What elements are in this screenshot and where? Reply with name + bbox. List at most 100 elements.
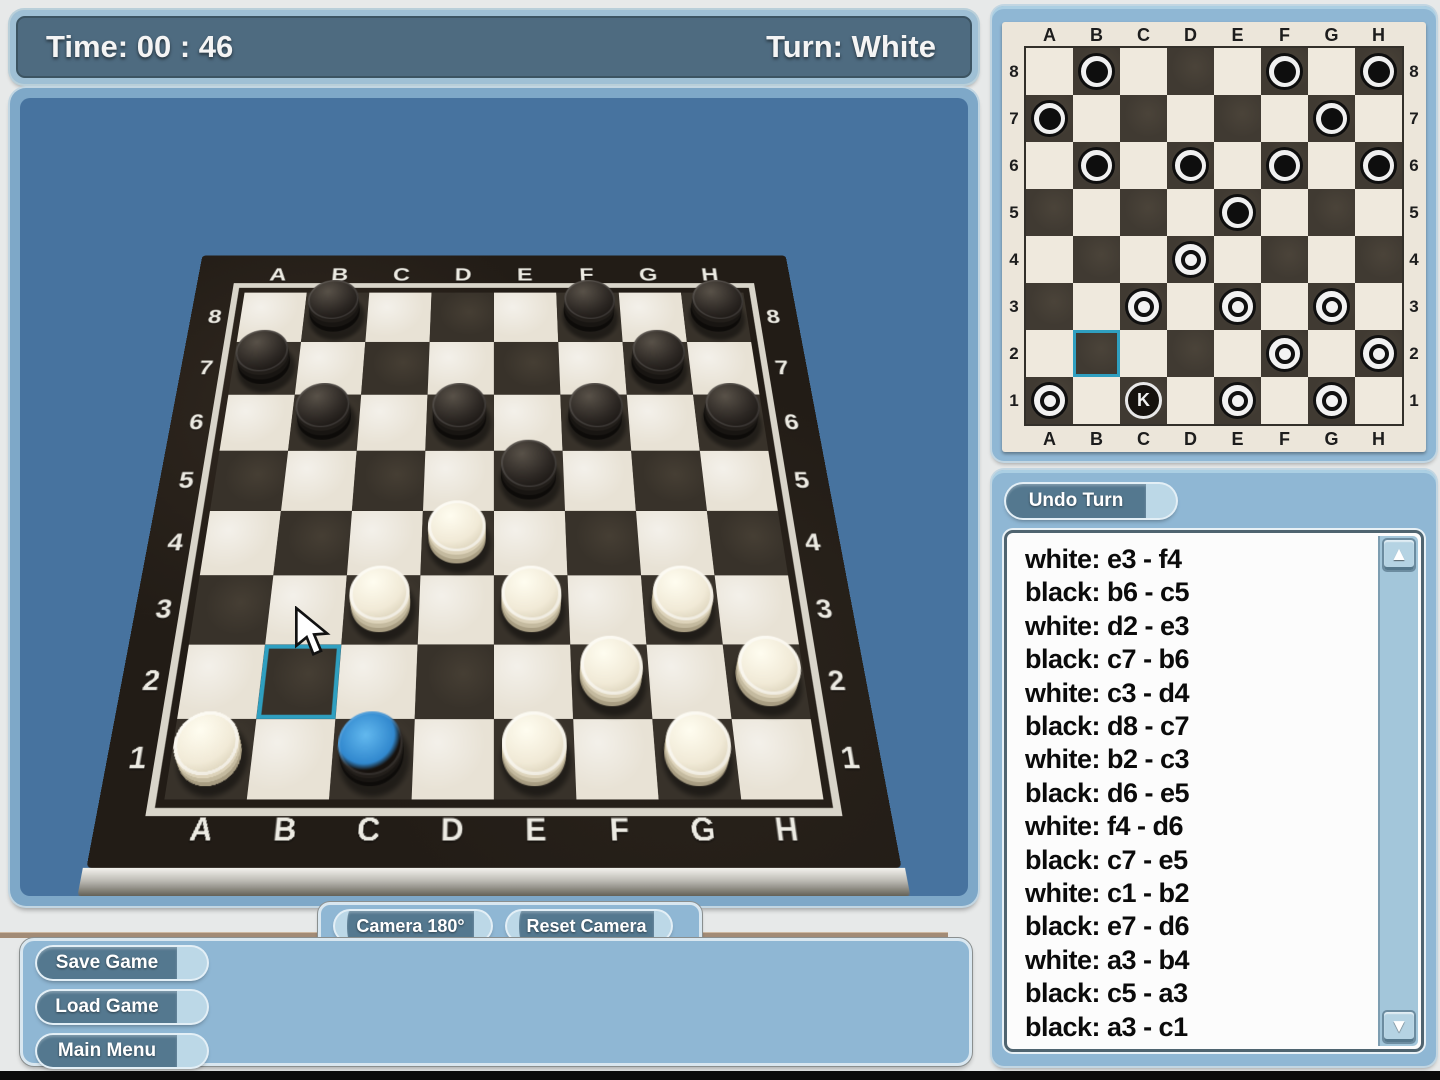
piece-white-d4[interactable] [428,517,486,568]
board-square-f1[interactable] [573,719,659,800]
board-front-edge [77,868,911,896]
minimap-square-g8 [1308,48,1355,95]
piece-white-c3[interactable] [350,582,412,637]
piece-black-c1-king[interactable] [338,727,405,790]
minimap-square-h5 [1355,189,1402,236]
load-game-button[interactable]: Load Game [37,991,207,1023]
board-rank-label: 4 [786,511,840,575]
piece-white-g1[interactable] [661,727,731,790]
piece-black-d6[interactable] [432,400,486,444]
board-square-e8[interactable] [494,293,558,342]
board-square-g5[interactable] [631,451,707,511]
board-square-f5[interactable] [563,451,636,511]
move-list-scrollbar[interactable]: ▲ ▼ [1378,536,1418,1046]
board-square-b5[interactable] [281,451,357,511]
board-square-a5[interactable] [210,451,288,511]
minimap-piece-black-e5 [1219,194,1256,231]
piece-black-b8[interactable] [308,297,362,336]
piece-black-f6[interactable] [567,400,623,444]
piece-black-h6[interactable] [700,400,759,444]
save-game-button[interactable]: Save Game [37,947,207,979]
board-square-a6[interactable] [220,395,295,451]
move-entry: white: c3 - d4 [1025,677,1369,710]
minimap-square-e2 [1214,330,1261,377]
board-square-f4[interactable] [565,511,641,575]
minimap-piece-white-d4 [1172,241,1209,278]
board-square-g2[interactable] [647,645,732,720]
undo-turn-button[interactable]: Undo Turn [1006,484,1176,518]
board-file-label: E [494,265,556,285]
board-square-c6[interactable] [357,395,428,451]
scroll-down-button[interactable]: ▼ [1382,1010,1416,1044]
minimap-square-b3 [1073,283,1120,330]
board-square-h5[interactable] [700,451,778,511]
minimap-square-h7 [1355,95,1402,142]
board-square-h1[interactable] [732,719,824,800]
board-square-c7[interactable] [361,342,429,395]
reset-camera-button[interactable]: Reset Camera [507,911,671,941]
piece-black-h8[interactable] [688,297,743,336]
minimap-piece-white-e3 [1219,288,1256,325]
main-menu-button[interactable]: Main Menu [37,1035,207,1067]
move-entry: black: c7 - e5 [1025,844,1369,877]
piece-white-g3[interactable] [649,582,713,637]
minimap-file-labels-top: ABCDEFGH [1026,22,1402,48]
board-square-d2[interactable] [415,645,494,720]
minimap-square-d8 [1167,48,1214,95]
piece-white-h2[interactable] [731,652,800,711]
piece-white-f2[interactable] [578,652,643,711]
move-entry: white: a3 - b4 [1025,944,1369,977]
move-entry: black: b6 - c5 [1025,576,1369,609]
board-square-b4[interactable] [273,511,352,575]
board-square-d1[interactable] [412,719,494,800]
minimap-square-e4 [1214,236,1261,283]
board-square-b3[interactable] [265,575,347,644]
camera-180-button[interactable]: Camera 180° [335,911,491,941]
minimap-piece-black-h8 [1360,53,1397,90]
move-entry: black: a3 - c1 [1025,1011,1369,1044]
board-square-a4[interactable] [200,511,281,575]
minimap-grid: K [1026,48,1402,424]
piece-black-b6[interactable] [296,400,354,444]
piece-black-f8[interactable] [563,297,615,336]
board-square-g6[interactable] [627,395,700,451]
board-square-e2[interactable] [494,645,573,720]
board-square-a2[interactable] [177,645,265,720]
piece-black-e5[interactable] [501,457,557,504]
board-square-c5[interactable] [352,451,425,511]
board-file-label: G [617,265,681,285]
status-bar: Time: 00 : 46 Turn: White [10,10,978,84]
piece-black-a7[interactable] [236,347,293,389]
board-square-a3[interactable] [189,575,273,644]
minimap-square-e7 [1214,95,1261,142]
minimap-piece-black-f8 [1266,53,1303,90]
piece-white-e3[interactable] [501,582,561,637]
move-entry: white: f4 - d6 [1025,810,1369,843]
minimap-piece-black-b8 [1078,53,1115,90]
board-square-f3[interactable] [568,575,647,644]
minimap-piece-black-c1-king: K [1125,382,1162,419]
move-entry: white: c1 - b2 [1025,877,1369,910]
board-rank-label: 3 [796,575,852,644]
board-square-b2[interactable] [256,645,341,720]
board-square-d8[interactable] [430,293,494,342]
board-square-h4[interactable] [707,511,788,575]
board-square-c8[interactable] [365,293,431,342]
board-square-c2[interactable] [336,645,418,720]
checkers-board-3d[interactable]: AABBCCDDEEFFGGHH8877665544332211 [86,256,901,868]
minimap-piece-white-c3 [1125,288,1162,325]
board-square-h3[interactable] [715,575,799,644]
minimap-piece-white-a1 [1031,382,1068,419]
board-square-b1[interactable] [247,719,336,800]
minimap-square-c5 [1120,189,1167,236]
piece-white-a1[interactable] [174,727,247,790]
piece-white-e1[interactable] [502,727,567,790]
piece-black-g7[interactable] [629,347,685,389]
scroll-up-button[interactable]: ▲ [1382,538,1416,572]
move-entry: black: d6 - e5 [1025,777,1369,810]
minimap-piece-white-g3 [1313,288,1350,325]
minimap-piece-black-g7 [1313,100,1350,137]
move-entry: black: d8 - c7 [1025,710,1369,743]
board-square-e7[interactable] [494,342,560,395]
board-square-d3[interactable] [418,575,494,644]
